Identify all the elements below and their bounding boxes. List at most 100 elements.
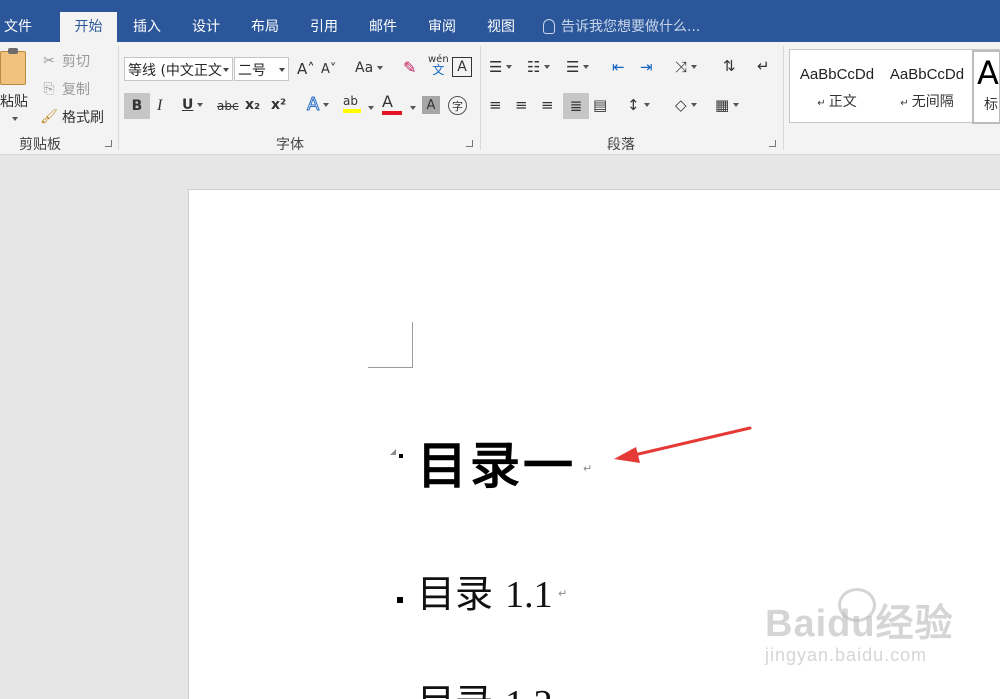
character-border-button[interactable]: A [452,57,472,77]
collapse-triangle-icon[interactable] [390,449,396,455]
paste-button[interactable]: 粘贴 [0,47,32,125]
borders-icon: ▦ [715,96,730,114]
font-name-combo[interactable]: 等线 (中文正文 [124,57,233,81]
clear-formatting-button[interactable]: ✎ [403,58,416,77]
align-right-button[interactable]: ≡ [541,96,554,114]
format-painter-button[interactable]: 🖌 格式刷 [40,107,104,127]
copy-label: 复制 [62,82,90,98]
character-shading-button[interactable]: A [422,96,440,114]
heading2-1-1[interactable]: 目录 1.1 [417,563,553,618]
change-case-button[interactable]: Aa [355,60,384,76]
phonetic-guide-char: 文 [432,63,445,77]
style-normal[interactable]: AaBbCcDd ↵ 正文 [792,50,882,124]
paragraph-mark-icon: ↵ [757,57,770,75]
heading1-text[interactable]: 目录一 [417,426,576,498]
font-color-bar [382,111,402,115]
numbering-button[interactable]: ☷ [527,58,551,76]
font-size-value: 二号 [238,63,266,79]
style-normal-name: ↵ 正文 [792,91,882,111]
styles-gallery: AaBbCcDd ↵ 正文 AaBbCcDd ↵ 无间隔 A 标 [789,49,1000,124]
distributed-button[interactable]: ▤ [593,96,607,114]
multilevel-list-icon: ☰ [566,58,580,76]
style-heading1[interactable]: A 标 [972,50,1000,124]
align-center-button[interactable]: ≡ [515,96,528,114]
tab-layout[interactable]: 布局 [242,12,288,42]
underline-button[interactable]: U [182,97,204,113]
justify-button[interactable]: ≣ [563,93,589,119]
decrease-indent-button[interactable]: ⇤ [612,58,625,76]
tab-file[interactable]: 文件 [0,12,36,42]
heading-bullet [397,597,403,603]
bold-button[interactable]: B [124,93,150,119]
tab-mailings[interactable]: 邮件 [360,12,406,42]
highlight-dropdown-icon[interactable] [368,106,374,110]
justify-icon: ≣ [569,97,583,115]
bullet-list-icon: ☰ [489,58,503,76]
tab-review[interactable]: 审阅 [419,12,465,42]
shrink-font-button[interactable]: A˅ [321,62,336,77]
phonetic-guide-button[interactable]: wén 文 [428,54,449,76]
font-size-dropdown-icon [279,68,285,72]
tab-home[interactable]: 开始 [60,12,117,42]
eraser-icon: ✎ [403,58,417,77]
highlight-button[interactable]: ab [343,94,361,113]
text-effects-button[interactable]: A [306,94,330,116]
show-marks-button[interactable]: ↵ [757,57,770,75]
font-size-combo[interactable]: 二号 [234,57,289,81]
enclose-characters-button[interactable]: 字 [448,96,467,115]
font-color-button[interactable]: A [382,92,402,115]
paint-bucket-icon: ◇ [675,96,687,114]
tab-view[interactable]: 视图 [478,12,524,42]
bullets-dropdown-icon [506,65,513,69]
tell-me-box[interactable]: 告诉我您想要做什么... [543,16,700,36]
clipboard-launcher-icon[interactable] [105,140,112,147]
font-name-value: 等线 (中文正文 [128,63,222,79]
heading2-1-2[interactable]: 目录 1.2 [417,672,553,699]
line-spacing-button[interactable]: ↕ [627,96,650,114]
margin-corner-mark [368,322,413,368]
copy-button[interactable]: ⎘ 复制 [40,79,90,99]
watermark-sub: jingyan.baidu.com [765,645,928,665]
character-border-icon: A [457,59,467,75]
line-spacing-dropdown-icon [643,103,650,107]
subscript-label: x₂ [245,97,261,113]
style-no-spacing[interactable]: AaBbCcDd ↵ 无间隔 [882,50,972,124]
paragraph-mark: ↵ [583,462,593,475]
align-left-button[interactable]: ≡ [489,96,502,114]
font-launcher-icon[interactable] [466,140,473,147]
paragraph-launcher-icon[interactable] [769,140,776,147]
superscript-button[interactable]: x² [271,97,286,113]
italic-button[interactable]: I [157,97,162,115]
increase-indent-button[interactable]: ⇥ [640,58,653,76]
menu-bar: 文件 开始 插入 设计 布局 引用 邮件 审阅 视图 告诉我您想要做什么... [0,0,1000,42]
bullets-button[interactable]: ☰ [489,58,513,76]
font-color-icon: A [382,92,393,111]
scissors-icon: ✂ [43,53,55,69]
clipboard-icon [0,51,26,85]
lightbulb-icon [543,18,555,34]
paste-label: 粘贴 [0,94,28,110]
tab-insert[interactable]: 插入 [124,12,170,42]
distributed-icon: ▤ [593,96,608,114]
borders-button[interactable]: ▦ [715,96,740,114]
cut-button[interactable]: ✂ 剪切 [40,51,90,71]
tell-me-text: 告诉我您想要做什么... [561,19,701,35]
chinese-layout-button[interactable]: ⤨ [675,58,698,76]
font-color-dropdown-icon[interactable] [410,106,416,110]
paintbrush-icon: 🖌 [40,109,58,125]
multilevel-list-button[interactable]: ☰ [566,58,590,76]
grow-font-button[interactable]: A˄ [297,60,315,78]
strikethrough-button[interactable]: abc [217,99,239,113]
tab-references[interactable]: 引用 [301,12,347,42]
subscript-button[interactable]: x₂ [245,97,260,113]
shading-button[interactable]: ◇ [675,96,697,114]
style-heading1-sample: A [977,54,999,92]
arrow-shaft [628,426,752,458]
sort-button[interactable]: ⇅ [723,57,736,75]
underline-dropdown-icon [197,103,204,107]
tab-design[interactable]: 设计 [183,12,229,42]
enclose-characters-icon: 字 [452,99,463,113]
paragraph-mark: ↵ [558,587,568,600]
superscript-label: x² [271,97,287,113]
style-no-spacing-name: ↵ 无间隔 [882,91,972,111]
